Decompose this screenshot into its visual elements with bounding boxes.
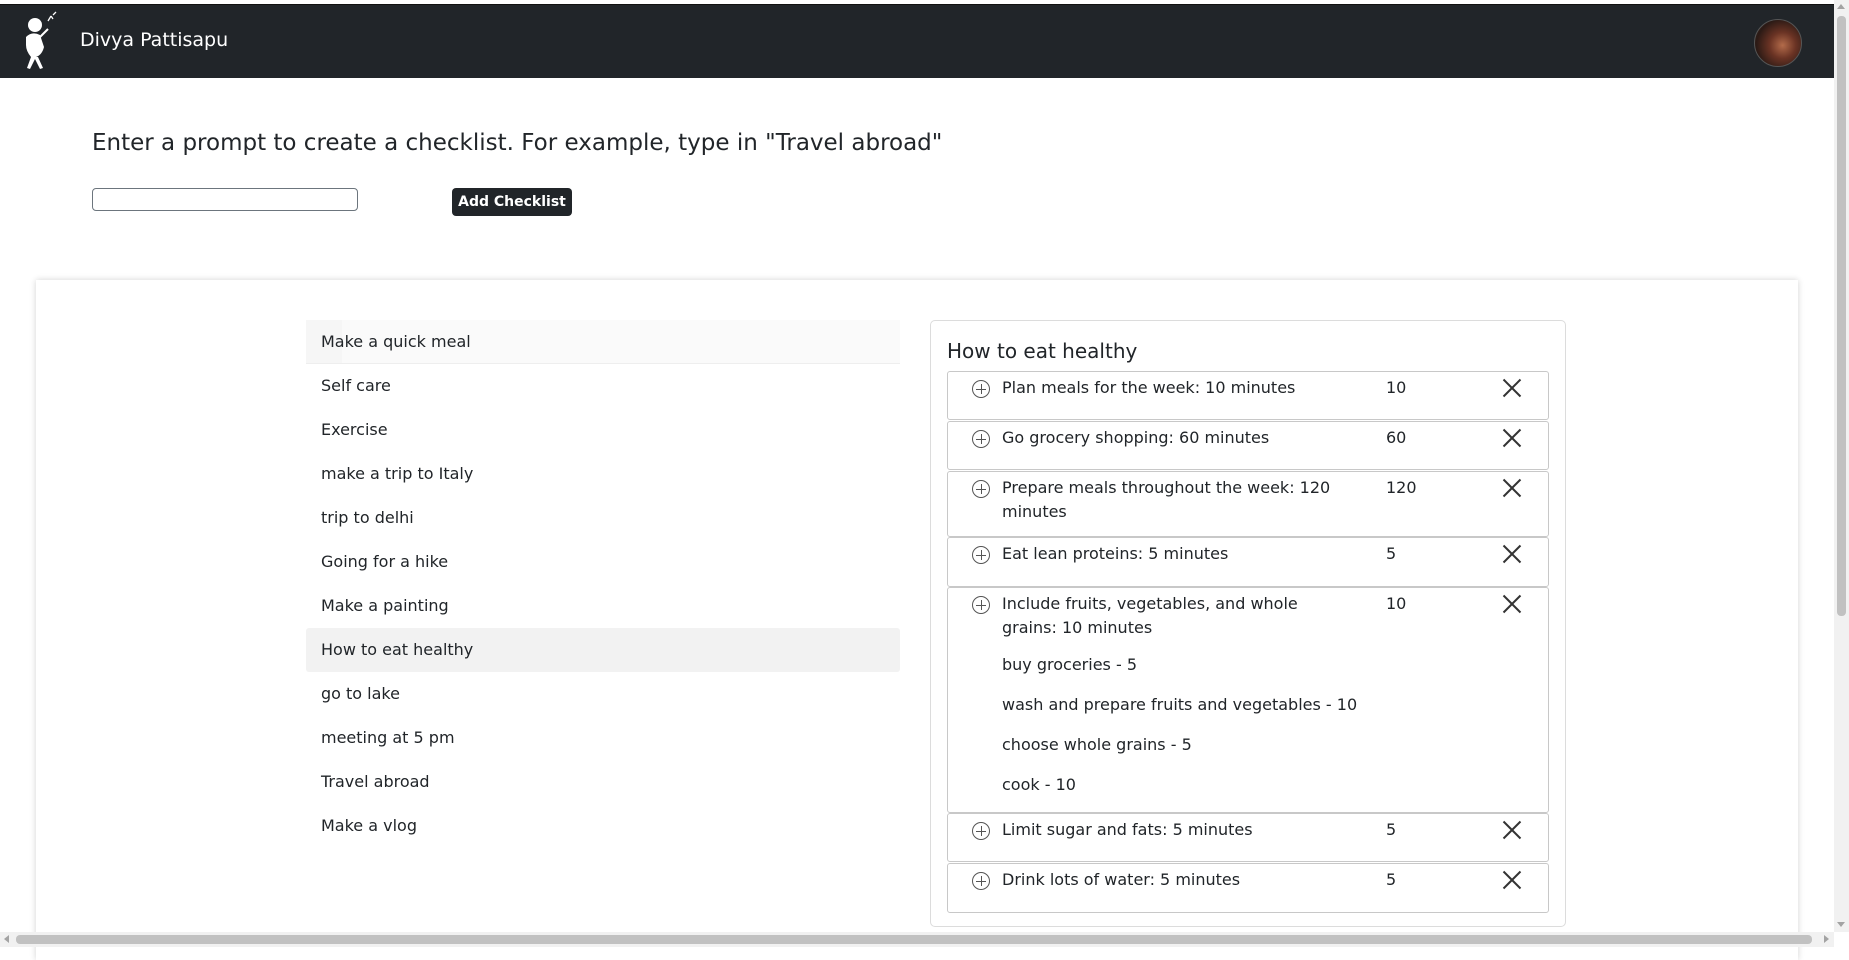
task-row: Plan meals for the week: 10 minutes 10 [947,371,1549,420]
list-item[interactable]: Make a vlog [306,804,900,848]
scroll-right-arrow-icon[interactable] [1824,935,1829,943]
list-item-label: make a trip to Italy [321,464,474,483]
user-name: Divya Pattisapu [80,29,229,51]
list-item-label: How to eat healthy [321,640,474,659]
list-item-label: trip to delhi [321,508,414,527]
plus-icon[interactable] [972,480,990,498]
list-item[interactable]: Make a painting [306,584,900,628]
scroll-left-arrow-icon[interactable] [4,935,9,943]
subtask-item: choose whole grains - 5 [1002,735,1192,754]
checklist-prompt-input[interactable] [92,188,358,211]
navbar: Divya Pattisapu [0,4,1834,78]
list-item-label: Travel abroad [321,772,430,791]
detail-title: How to eat healthy [947,339,1138,363]
list-item[interactable]: meeting at 5 pm [306,716,900,760]
task-minutes: 5 [1386,544,1397,563]
avatar[interactable] [1754,19,1802,67]
list-item-label: Self care [321,376,391,395]
close-icon[interactable] [1502,428,1522,448]
vertical-scroll-thumb[interactable] [1837,16,1846,616]
task-text: Drink lots of water: 5 minutes [1002,870,1241,889]
task-minutes: 60 [1386,428,1407,447]
prompt-title: Enter a prompt to create a checklist. Fo… [92,130,943,156]
close-icon[interactable] [1502,820,1522,840]
task-minutes: 10 [1386,378,1407,397]
list-item[interactable]: make a trip to Italy [306,452,900,496]
list-item[interactable]: Exercise [306,408,900,452]
task-minutes: 10 [1386,594,1407,613]
list-item[interactable]: Travel abroad [306,760,900,804]
subtask-item: wash and prepare fruits and vegetables -… [1002,695,1358,714]
list-item[interactable]: Self care [306,364,900,408]
list-item-active[interactable]: How to eat healthy [306,628,900,672]
task-text: Go grocery shopping: 60 minutes [1002,428,1270,447]
list-item-label: Make a quick meal [321,332,471,351]
close-icon[interactable] [1502,378,1522,398]
scroll-down-arrow-icon[interactable] [1837,922,1845,927]
list-item-label: go to lake [321,684,400,703]
task-minutes: 120 [1386,478,1417,497]
scroll-up-arrow-icon[interactable] [1837,4,1845,9]
list-item-label: Make a vlog [321,816,417,835]
add-checklist-button[interactable]: Add Checklist [452,188,572,216]
close-icon[interactable] [1502,594,1522,614]
list-item-label: Make a painting [321,596,449,615]
vertical-scrollbar[interactable] [1834,0,1849,932]
horizontal-scroll-thumb[interactable] [16,935,1812,944]
task-row: Go grocery shopping: 60 minutes 60 [947,421,1549,470]
task-text: Include fruits, vegetables, and whole gr… [1002,594,1298,637]
task-row-expanded: Include fruits, vegetables, and whole gr… [947,587,1549,813]
task-row: Drink lots of water: 5 minutes 5 [947,863,1549,913]
close-icon[interactable] [1502,544,1522,564]
list-item[interactable]: Going for a hike [306,540,900,584]
task-text: Limit sugar and fats: 5 minutes [1002,820,1253,839]
task-row: Eat lean proteins: 5 minutes 5 [947,537,1549,587]
close-icon[interactable] [1502,478,1522,498]
task-text: Plan meals for the week: 10 minutes [1002,378,1296,397]
subtask-item: cook - 10 [1002,775,1076,794]
list-item[interactable]: go to lake [306,672,900,716]
list-item[interactable]: Make a quick meal [306,320,900,364]
plus-icon[interactable] [972,822,990,840]
plus-icon[interactable] [972,872,990,890]
plus-icon[interactable] [972,430,990,448]
subtask-item: buy groceries - 5 [1002,655,1137,674]
page: Divya Pattisapu Enter a prompt to create… [0,0,1834,960]
task-text: Prepare meals throughout the week: 120 m… [1002,478,1331,521]
plus-icon[interactable] [972,546,990,564]
checklist-detail-panel: How to eat healthy Plan meals for the we… [930,320,1566,927]
close-icon[interactable] [1502,870,1522,890]
task-row: Limit sugar and fats: 5 minutes 5 [947,813,1549,862]
list-item-label: Going for a hike [321,552,449,571]
plus-icon[interactable] [972,380,990,398]
task-minutes: 5 [1386,820,1397,839]
logo-icon[interactable] [18,11,58,71]
list-item-label: meeting at 5 pm [321,728,455,747]
task-row: Prepare meals throughout the week: 120 m… [947,471,1549,537]
list-item-label: Exercise [321,420,388,439]
list-item[interactable]: trip to delhi [306,496,900,540]
task-minutes: 5 [1386,870,1397,889]
task-text: Eat lean proteins: 5 minutes [1002,544,1229,563]
plus-icon[interactable] [972,596,990,614]
horizontal-scrollbar[interactable] [0,932,1834,947]
